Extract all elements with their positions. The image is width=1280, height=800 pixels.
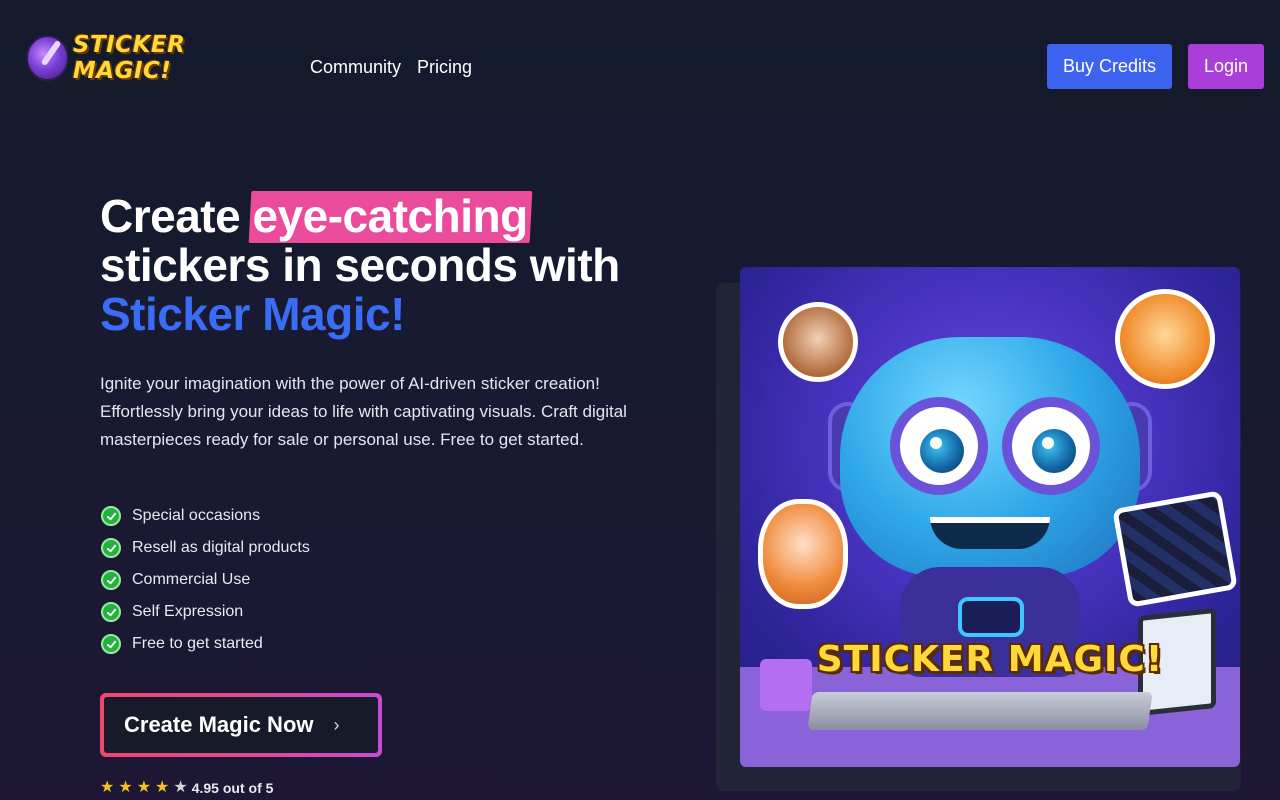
feature-item: Resell as digital products xyxy=(101,532,310,564)
feature-list: Special occasions Resell as digital prod… xyxy=(101,500,310,660)
cta-border: Create Magic Now › xyxy=(100,693,382,757)
hero-title-brand: Sticker Magic! xyxy=(100,288,405,340)
feature-label: Resell as digital products xyxy=(132,539,310,556)
check-circle-icon xyxy=(101,506,121,526)
robot-eye xyxy=(1002,397,1100,495)
robot-mouth xyxy=(930,517,1050,549)
hero-image: STICKER MAGIC! xyxy=(740,267,1240,767)
feature-item: Free to get started xyxy=(101,628,310,660)
star-icon: ★ xyxy=(155,779,170,796)
check-circle-icon xyxy=(101,602,121,622)
site-header: STICKER MAGIC! Community Pricing Buy Cre… xyxy=(0,0,1280,132)
check-circle-icon xyxy=(101,538,121,558)
laptop-keyboard xyxy=(807,692,1153,730)
star-icon: ★ xyxy=(118,779,133,796)
feature-item: Special occasions xyxy=(101,500,310,532)
logo-link[interactable]: STICKER MAGIC! xyxy=(26,32,276,84)
hero-title-part2: stickers in seconds with xyxy=(100,239,620,291)
chevron-right-icon: › xyxy=(333,714,340,735)
robot-pupil xyxy=(1032,429,1076,473)
hero-title-highlight: eye-catching xyxy=(252,190,528,242)
sticker-rockets-sheet xyxy=(1112,490,1238,608)
feature-label: Free to get started xyxy=(132,635,263,652)
sticker-fox xyxy=(758,499,848,609)
feature-label: Special occasions xyxy=(132,507,261,524)
login-button[interactable]: Login xyxy=(1188,44,1264,89)
feature-item: Self Expression xyxy=(101,596,310,628)
create-magic-now-button[interactable]: Create Magic Now › xyxy=(104,697,378,753)
hero-title-part1: Create xyxy=(100,190,253,242)
rating: ★ ★ ★ ★ ★ 4.95 out of 5 xyxy=(100,779,274,797)
feature-label: Self Expression xyxy=(132,603,244,620)
robot-chest-panel xyxy=(958,597,1024,637)
star-icon: ★ xyxy=(136,779,152,796)
logo-text: STICKER MAGIC! xyxy=(72,32,186,84)
sticker-kid xyxy=(778,302,858,382)
nav-link-pricing[interactable]: Pricing xyxy=(417,55,472,79)
feature-item: Commercial Use xyxy=(101,564,310,596)
logo-icon xyxy=(26,35,69,81)
star-icon: ★ xyxy=(173,779,188,796)
check-circle-icon xyxy=(101,634,121,654)
nav-link-community[interactable]: Community xyxy=(310,55,401,79)
robot-eye xyxy=(890,397,988,495)
hero-description: Ignite your imagination with the power o… xyxy=(100,374,627,449)
main-nav: Community Pricing xyxy=(310,55,472,79)
check-circle-icon xyxy=(101,570,121,590)
rating-text: 4.95 out of 5 xyxy=(191,780,274,796)
hero-image-caption: STICKER MAGIC! xyxy=(816,639,1164,680)
buy-credits-button[interactable]: Buy Credits xyxy=(1047,44,1172,89)
robot-pupil xyxy=(920,429,964,473)
feature-label: Commercial Use xyxy=(132,571,251,588)
cta-label: Create Magic Now xyxy=(124,712,314,737)
sticker-tiger xyxy=(1115,289,1215,389)
star-icon: ★ xyxy=(100,779,115,796)
hero-title: Create eye-catching stickers in seconds … xyxy=(100,192,700,339)
